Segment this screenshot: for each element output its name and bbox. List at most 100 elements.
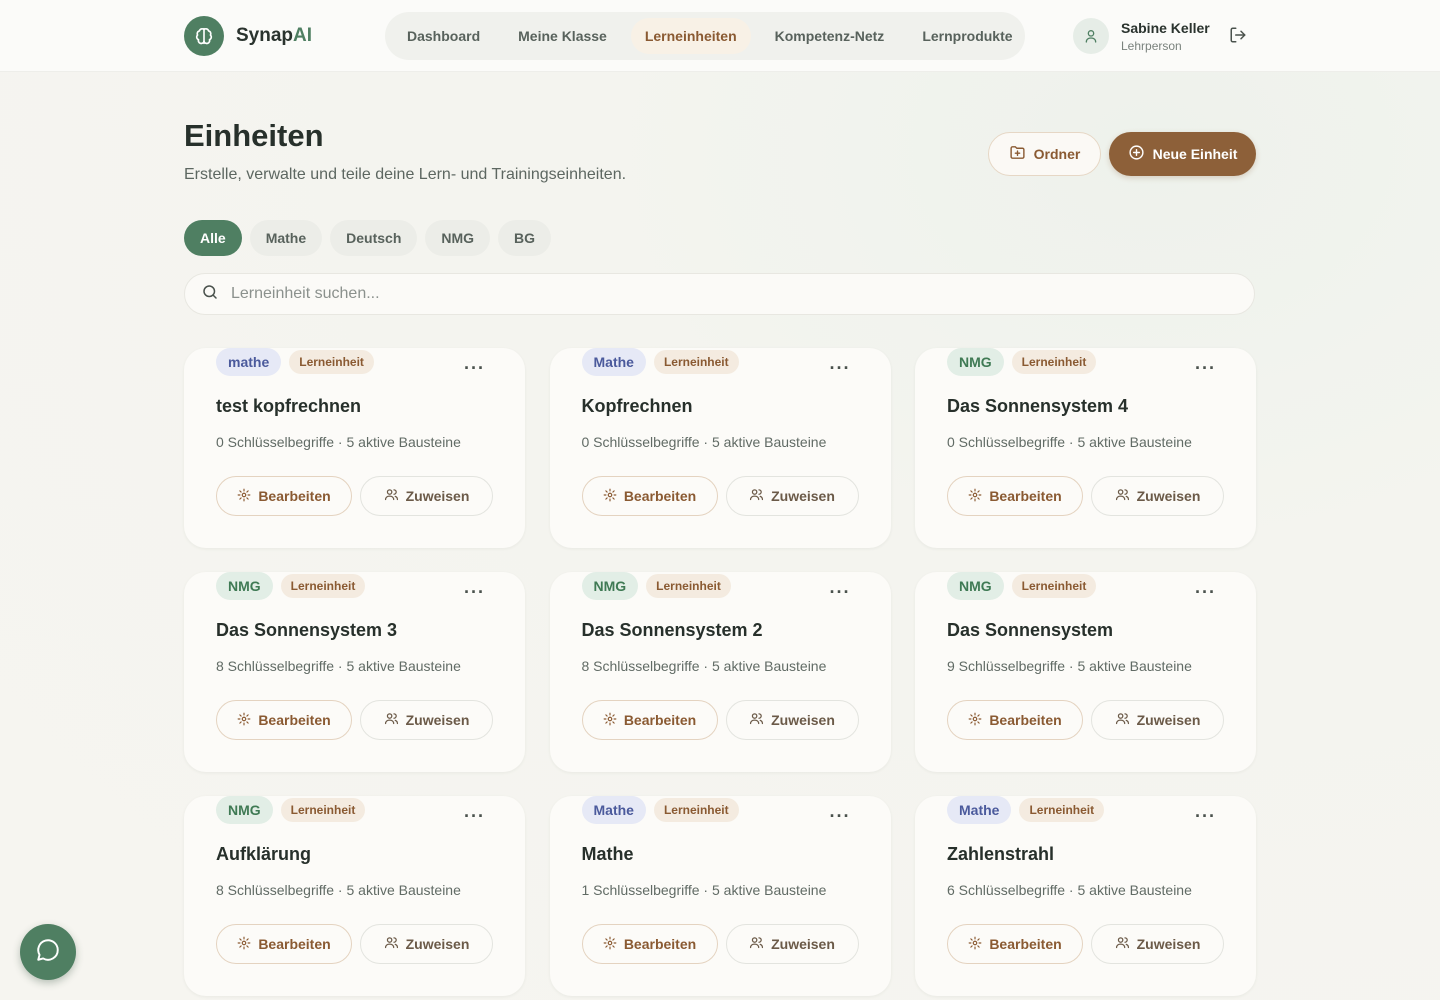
card-meta: 6 Schlüsselbegriffe · 5 aktive Bausteine <box>947 882 1192 898</box>
assign-label: Zuweisen <box>1136 712 1201 728</box>
edit-label: Bearbeiten <box>989 936 1062 952</box>
users-icon <box>384 487 399 505</box>
assign-button[interactable]: Zuweisen <box>360 476 493 516</box>
subject-badge: NMG <box>581 572 639 600</box>
users-icon <box>1115 487 1130 505</box>
card-title: Das Sonnensystem 4 <box>947 396 1129 416</box>
edit-button[interactable]: Bearbeiten <box>216 700 352 740</box>
card-title: Zahlenstrahl <box>947 844 1055 864</box>
edit-label: Bearbeiten <box>989 488 1062 504</box>
assign-button[interactable]: Zuweisen <box>725 924 859 964</box>
type-badge: Lerneinheit <box>280 574 366 598</box>
edit-button[interactable]: Bearbeiten <box>947 700 1083 740</box>
type-badge: Lerneinheit <box>1011 350 1097 374</box>
card-tags: NMG Lerneinheit <box>947 348 1097 376</box>
edit-button[interactable]: Bearbeiten <box>581 700 718 740</box>
assign-label: Zuweisen <box>405 936 470 952</box>
unit-card[interactable]: mathe Lerneinheit ··· test kopfrechnen 0 Sch… <box>184 348 525 548</box>
assign-button[interactable]: Zuweisen <box>1091 476 1224 516</box>
more-options-icon[interactable]: ··· <box>464 358 485 379</box>
filter-chip-deutsch[interactable]: Deutsch <box>330 220 418 256</box>
more-options-icon[interactable]: ··· <box>1195 358 1216 379</box>
assign-label: Zuweisen <box>405 712 470 728</box>
search-input[interactable] <box>231 285 1131 303</box>
edit-button[interactable]: Bearbeiten <box>581 924 718 964</box>
more-options-icon[interactable]: ··· <box>1195 806 1216 827</box>
user-profile[interactable]: Sabine Keller Lehrperson <box>1073 18 1210 54</box>
users-icon <box>749 935 764 953</box>
edit-button[interactable]: Bearbeiten <box>581 476 718 516</box>
subject-badge: NMG <box>216 572 273 600</box>
logout-icon[interactable] <box>1229 26 1249 46</box>
search-bar[interactable] <box>184 273 1255 315</box>
subject-badge: Mathe <box>581 796 646 824</box>
assign-label: Zuweisen <box>405 488 470 504</box>
unit-card[interactable]: NMG Lerneinheit ··· Das Sonnensystem 3 8 Sch… <box>184 572 525 772</box>
filter-chip-mathe[interactable]: Mathe <box>249 220 323 256</box>
users-icon <box>1115 711 1130 729</box>
card-tags: Mathe Lerneinheit <box>581 796 739 824</box>
filter-chip-alle[interactable]: Alle <box>184 220 242 256</box>
unit-card[interactable]: Mathe Lerneinheit ··· Zahlenstrahl 6 Schlüss… <box>915 796 1256 996</box>
nav-item-dashboard[interactable]: Dashboard <box>393 18 494 54</box>
more-options-icon[interactable]: ··· <box>830 582 851 603</box>
card-title: Das Sonnensystem <box>947 620 1114 640</box>
type-badge: Lerneinheit <box>280 798 366 822</box>
user-icon <box>1073 18 1109 54</box>
unit-card[interactable]: Mathe Lerneinheit ··· Mathe 1 Schlüsselbegri… <box>549 796 891 996</box>
type-badge: Lerneinheit <box>646 574 731 598</box>
more-options-icon[interactable]: ··· <box>830 806 851 827</box>
unit-card[interactable]: NMG Lerneinheit ··· Aufklärung 8 Schlüsselbe… <box>184 796 525 996</box>
more-options-icon[interactable]: ··· <box>464 806 485 827</box>
assign-button[interactable]: Zuweisen <box>1091 700 1224 740</box>
subject-badge: Mathe <box>947 796 1012 824</box>
subject-badge: Mathe <box>581 348 646 376</box>
edit-label: Bearbeiten <box>258 488 331 504</box>
card-meta: 0 Schlüsselbegriffe · 5 aktive Bausteine <box>216 434 461 450</box>
edit-button[interactable]: Bearbeiten <box>216 476 352 516</box>
assign-button[interactable]: Zuweisen <box>1091 924 1224 964</box>
gear-icon <box>603 936 617 953</box>
unit-card[interactable]: NMG Lerneinheit ··· Das Sonnensystem 4 0 Sch… <box>915 348 1256 548</box>
assign-button[interactable]: Zuweisen <box>360 700 493 740</box>
card-title: Mathe <box>581 844 634 864</box>
edit-button[interactable]: Bearbeiten <box>216 924 352 964</box>
gear-icon <box>237 712 251 729</box>
new-unit-button[interactable]: Neue Einheit <box>1109 132 1256 176</box>
app-logo[interactable]: SynapAI <box>184 16 312 56</box>
edit-label: Bearbeiten <box>623 488 697 504</box>
card-title: Das Sonnensystem 3 <box>216 620 398 640</box>
assign-button[interactable]: Zuweisen <box>725 700 859 740</box>
chat-button[interactable] <box>20 924 76 980</box>
card-meta: 8 Schlüsselbegriffe · 5 aktive Bausteine <box>581 658 827 674</box>
unit-card[interactable]: NMG Lerneinheit ··· Das Sonnensystem 9 Schlü… <box>915 572 1256 772</box>
card-title: Aufklärung <box>216 844 312 864</box>
new-folder-button[interactable]: Ordner <box>988 132 1101 176</box>
edit-label: Bearbeiten <box>258 936 331 952</box>
filter-chip-nmg[interactable]: NMG <box>425 220 491 256</box>
nav-item-meine-klasse[interactable]: Meine Klasse <box>504 18 621 54</box>
subject-badge: NMG <box>947 348 1004 376</box>
nav-item-lernprodukte[interactable]: Lernprodukte <box>908 18 1026 54</box>
type-badge: Lerneinheit <box>289 350 374 374</box>
gear-icon <box>237 488 251 505</box>
users-icon <box>749 487 764 505</box>
more-options-icon[interactable]: ··· <box>464 582 485 603</box>
gear-icon <box>968 936 982 953</box>
type-badge: Lerneinheit <box>1019 798 1105 822</box>
edit-button[interactable]: Bearbeiten <box>947 476 1083 516</box>
gear-icon <box>968 712 982 729</box>
page-subtitle: Erstelle, verwalte und teile deine Lern-… <box>184 166 627 183</box>
edit-button[interactable]: Bearbeiten <box>947 924 1083 964</box>
assign-button[interactable]: Zuweisen <box>725 476 859 516</box>
unit-card[interactable]: NMG Lerneinheit ··· Das Sonnensystem 2 8 Sch… <box>549 572 891 772</box>
type-badge: Lerneinheit <box>653 350 739 374</box>
more-options-icon[interactable]: ··· <box>1195 582 1216 603</box>
nav-item-lerneinheiten[interactable]: Lerneinheiten <box>630 18 751 54</box>
nav-item-kompetenz-netz[interactable]: Kompetenz-Netz <box>761 18 899 54</box>
more-options-icon[interactable]: ··· <box>830 358 851 379</box>
user-name: Sabine Keller <box>1121 19 1210 36</box>
filter-chip-bg[interactable]: BG <box>498 220 552 256</box>
unit-card[interactable]: Mathe Lerneinheit ··· Kopfrechnen 0 Schlüsse… <box>549 348 891 548</box>
assign-button[interactable]: Zuweisen <box>360 924 493 964</box>
